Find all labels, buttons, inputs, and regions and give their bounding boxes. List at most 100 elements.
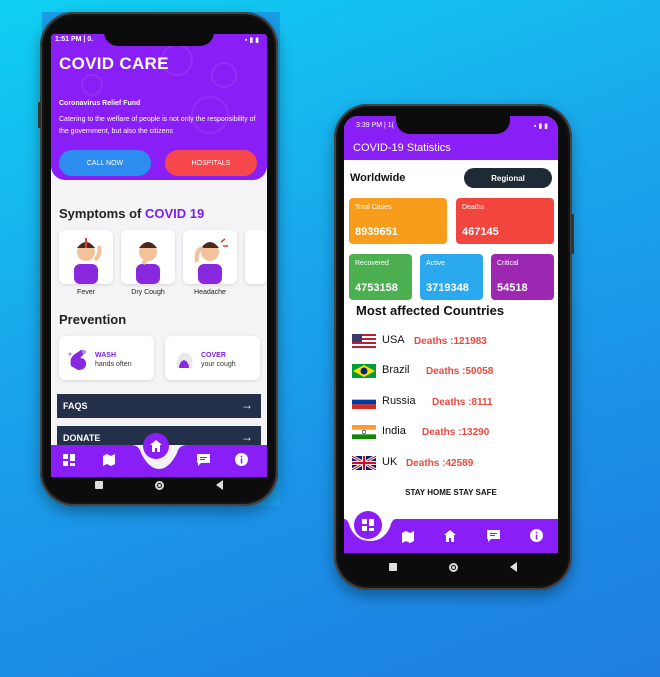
country-deaths: Deaths :42589 [406, 458, 474, 469]
header-title: COVID-19 Statistics [353, 142, 451, 154]
system-nav-bar [363, 562, 543, 572]
most-affected-title: Most affected Countries [356, 303, 505, 318]
info-icon[interactable] [235, 453, 248, 469]
country-deaths: Deaths :121983 [414, 336, 487, 347]
symptoms-title: Symptoms of COVID 19 [59, 206, 205, 221]
card-label: Active [426, 260, 446, 267]
symptom-card-partial[interactable] [245, 230, 267, 284]
status-time: 1:51 PM | 0. [55, 36, 94, 43]
symptom-card-fever[interactable] [59, 230, 113, 284]
card-value: 8939651 [355, 226, 398, 238]
country-name: India [382, 425, 406, 437]
faqs-row[interactable]: FAQS → [57, 394, 261, 418]
country-deaths: Deaths :50058 [426, 366, 494, 377]
worldwide-label: Worldwide [350, 172, 406, 184]
wash-label: WASH [95, 352, 116, 359]
chat-icon[interactable] [487, 530, 500, 545]
system-nav-bar [69, 480, 249, 490]
active-card: Active 3719348 [420, 254, 483, 300]
symptom-card-headache[interactable] [183, 230, 237, 284]
donate-label: DONATE [63, 433, 101, 443]
camera-notch [104, 24, 214, 46]
arrow-right-icon: → [241, 430, 253, 444]
back-button[interactable] [216, 480, 223, 490]
india-flag-icon [352, 425, 376, 439]
status-icons: ▪ ▮ ▮ [533, 123, 548, 130]
status-time: 3:39 PM | 1( [356, 122, 395, 129]
volume-button [38, 102, 41, 128]
symptom-label-dry-cough: Dry Cough [131, 289, 165, 296]
statistics-screen: 3:39 PM | 1( ▪ ▮ ▮ COVID-19 Statistics W… [344, 116, 558, 553]
recents-button[interactable] [95, 481, 103, 489]
card-value: 467145 [462, 226, 499, 238]
fund-description: Catering to the welfare of people is not… [59, 116, 256, 135]
status-icons: ▪ ▮ ▮ [244, 37, 259, 44]
card-label: Critical [497, 260, 519, 267]
home-icon [150, 440, 162, 452]
back-button[interactable] [510, 562, 517, 572]
regional-button[interactable]: Regional [464, 168, 552, 188]
wash-detail: hands often [95, 361, 132, 368]
headache-person-icon [194, 238, 228, 284]
brazil-flag-icon [352, 364, 376, 378]
country-deaths: Deaths :8111 [432, 397, 493, 408]
card-label: Total Cases [355, 204, 392, 211]
card-value: 54518 [497, 282, 528, 294]
bottom-nav [51, 433, 267, 477]
prevention-title: Prevention [59, 312, 127, 327]
total-cases-card: Total Cases 8939651 [349, 198, 447, 244]
hero-banner: 1:51 PM | 0. ▪ ▮ ▮ COVID CARE Coronaviru… [51, 34, 267, 180]
russia-flag-icon [352, 395, 376, 409]
uk-flag-icon [352, 456, 376, 470]
wash-hands-icon [68, 350, 86, 370]
country-deaths: Deaths :13290 [422, 427, 490, 438]
card-label: Deaths [462, 204, 485, 211]
recents-button[interactable] [389, 563, 397, 571]
cover-cough-icon [176, 352, 193, 368]
app-title: COVID CARE [59, 54, 169, 73]
dashboard-icon[interactable] [63, 454, 75, 469]
faqs-label: FAQS [63, 401, 88, 411]
dashboard-fab[interactable] [354, 511, 382, 539]
country-row-uk[interactable]: UK Deaths :42589 [352, 454, 552, 470]
cover-label: COVER [201, 352, 226, 359]
cough-person-icon [136, 242, 160, 284]
map-icon[interactable] [103, 454, 115, 469]
hospitals-button[interactable]: HOSPITALS [165, 150, 257, 176]
card-label: Recovered [355, 260, 389, 267]
recovered-card: Recovered 4753158 [349, 254, 412, 300]
map-icon[interactable] [402, 531, 414, 546]
country-row-usa[interactable]: USA Deaths :121983 [352, 332, 552, 348]
arrow-right-icon: → [241, 398, 253, 412]
symptom-label-fever: Fever [77, 289, 95, 296]
usa-flag-icon [352, 334, 376, 348]
critical-card: Critical 54518 [491, 254, 554, 300]
call-now-button[interactable]: CALL NOW [59, 150, 151, 176]
home-system-button[interactable] [155, 480, 164, 490]
country-name: Russia [382, 395, 416, 407]
symptom-card-dry-cough[interactable] [121, 230, 175, 284]
home-fab[interactable] [143, 433, 169, 459]
cover-detail: your cough [201, 361, 236, 368]
home-icon[interactable] [444, 530, 456, 545]
prevention-card-cover[interactable]: COVER your cough [165, 336, 260, 380]
deaths-card: Deaths 467145 [456, 198, 554, 244]
symptom-label-headache: Headache [194, 289, 226, 296]
phone-covid-care: 1:51 PM | 0. ▪ ▮ ▮ COVID CARE Coronaviru… [38, 12, 278, 506]
country-row-india[interactable]: India Deaths :13290 [352, 423, 552, 439]
country-name: UK [382, 456, 398, 468]
card-value: 3719348 [426, 282, 469, 294]
country-row-russia[interactable]: Russia Deaths :8111 [352, 393, 552, 409]
power-button [571, 214, 574, 254]
dashboard-icon [362, 519, 374, 531]
fever-person-icon [74, 238, 102, 284]
stay-home-banner: STAY HOME STAY SAFE [405, 488, 497, 497]
info-icon[interactable] [530, 529, 543, 545]
covid-care-screen: 1:51 PM | 0. ▪ ▮ ▮ COVID CARE Coronaviru… [51, 34, 267, 477]
country-row-brazil[interactable]: Brazil Deaths :50058 [352, 362, 552, 378]
chat-icon[interactable] [197, 454, 210, 469]
phone-covid-statistics: 3:39 PM | 1( ▪ ▮ ▮ COVID-19 Statistics W… [334, 104, 574, 590]
fund-title: Coronavirus Relief Fund [59, 100, 141, 107]
prevention-card-wash[interactable]: WASH hands often [59, 336, 154, 380]
home-system-button[interactable] [449, 562, 458, 572]
